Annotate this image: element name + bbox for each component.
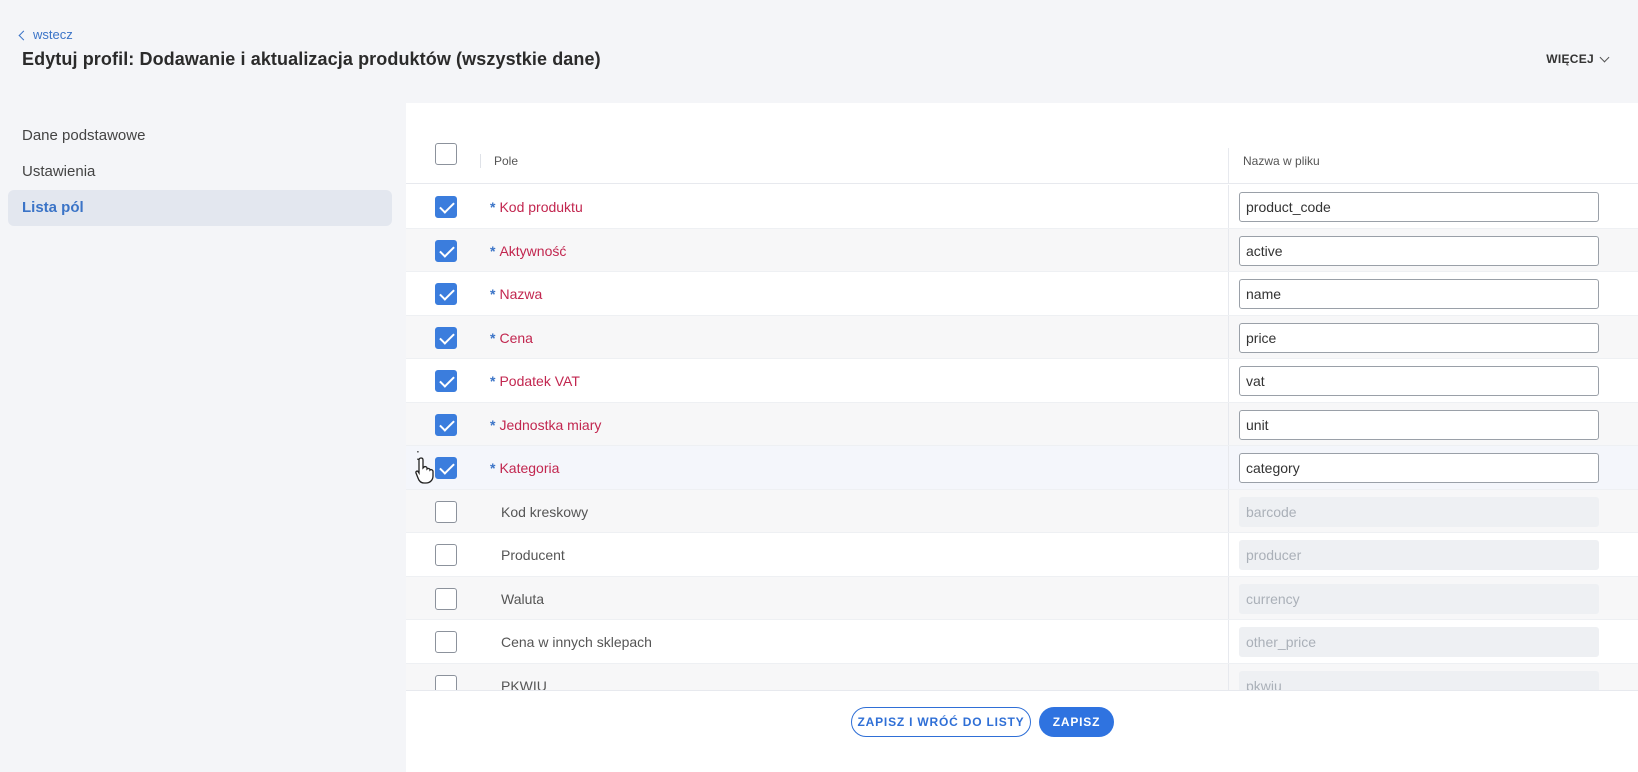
column-divider — [480, 154, 481, 168]
chevron-down-icon — [1599, 52, 1610, 62]
table-row: * Podatek VAT vat — [406, 359, 1638, 403]
hand-cursor-icon — [415, 457, 434, 484]
filename-input[interactable]: product_code — [1239, 192, 1599, 222]
table-row: Waluta currency — [406, 576, 1638, 620]
field-label: * Jednostka miary — [490, 417, 601, 433]
field-checkbox[interactable] — [435, 457, 457, 479]
field-list-panel: Pole Nazwa w pliku * Kod produktu product_… — [406, 103, 1638, 772]
column-divider — [1228, 489, 1229, 532]
column-divider — [1228, 402, 1229, 445]
field-label: Waluta — [501, 591, 544, 607]
field-checkbox[interactable] — [435, 326, 457, 349]
field-label-text: Kod kreskowy — [501, 503, 589, 520]
sidebar: Dane podstawowe Ustawienia Lista pól — [8, 118, 392, 226]
required-marker: * — [490, 199, 496, 215]
table-row: Cena w innych sklepach other_price — [406, 620, 1638, 664]
required-marker: * — [490, 373, 496, 389]
save-and-return-button[interactable]: ZAPISZ I WRÓĆ DO LISTY — [851, 707, 1031, 737]
table-header: Pole Nazwa w pliku — [406, 138, 1638, 184]
required-marker: * — [490, 329, 496, 346]
field-label: * Nazwa — [490, 286, 542, 302]
field-label-text: Waluta — [501, 590, 545, 607]
filename-input: producer — [1239, 540, 1599, 570]
column-divider — [1228, 185, 1229, 228]
page-title: Edytuj profil: Dodawanie i aktualizacja … — [22, 49, 601, 69]
column-divider — [1228, 620, 1229, 663]
filename-input[interactable]: category — [1239, 453, 1599, 483]
field-checkbox[interactable] — [435, 544, 457, 566]
filename-input[interactable]: vat — [1239, 366, 1599, 396]
filename-input[interactable]: name — [1239, 279, 1599, 309]
more-label: WIĘCEJ — [1546, 52, 1594, 66]
column-divider — [1228, 148, 1229, 184]
field-label: Producent — [501, 547, 565, 563]
field-label-text: Kategoria — [499, 460, 560, 476]
column-divider — [1228, 272, 1229, 315]
field-checkbox[interactable] — [435, 500, 457, 523]
field-rows: * Kod produktu product_code * Aktywność activ… — [406, 185, 1638, 707]
save-button[interactable]: ZAPISZ — [1039, 707, 1114, 737]
required-marker: * — [490, 416, 496, 433]
table-row: * Nazwa name — [406, 272, 1638, 316]
field-checkbox[interactable] — [435, 283, 457, 305]
sidebar-item-basic-data[interactable]: Dane podstawowe — [8, 118, 392, 154]
field-label: Cena w innych sklepach — [501, 634, 652, 650]
field-label: * Kategoria — [490, 460, 559, 476]
sidebar-item-settings[interactable]: Ustawienia — [8, 154, 392, 190]
column-divider — [1228, 446, 1229, 489]
column-divider — [1228, 576, 1229, 619]
filename-input: other_price — [1239, 627, 1599, 657]
field-checkbox[interactable] — [435, 196, 457, 218]
table-row: * Kod produktu product_code — [406, 185, 1638, 229]
column-divider — [1228, 533, 1229, 576]
column-header-filename: Nazwa w pliku — [1243, 154, 1320, 168]
field-checkbox[interactable] — [435, 239, 457, 262]
column-divider — [1228, 228, 1229, 271]
field-label-text: Producent — [501, 547, 565, 563]
table-row: * Jednostka miary unit — [406, 402, 1638, 446]
field-label-text: Jednostka miary — [499, 416, 602, 433]
required-marker: * — [490, 286, 496, 302]
table-row: * Aktywność active — [406, 228, 1638, 272]
more-menu-button[interactable]: WIĘCEJ — [1546, 52, 1610, 66]
column-divider — [1228, 359, 1229, 402]
filename-input: currency — [1239, 583, 1599, 614]
chevron-left-icon — [18, 30, 29, 40]
filename-input[interactable]: unit — [1239, 409, 1599, 440]
table-row: ⁚ * Kategoria category — [406, 446, 1638, 490]
footer-actions: ZAPISZ I WRÓĆ DO LISTY ZAPISZ — [406, 690, 1638, 772]
table-row: Producent producer — [406, 533, 1638, 577]
field-label: * Podatek VAT — [490, 373, 580, 389]
column-divider — [1228, 315, 1229, 358]
filename-input[interactable]: price — [1239, 322, 1599, 353]
column-header-field: Pole — [494, 154, 519, 168]
field-label-text: Podatek VAT — [499, 373, 580, 389]
select-all-checkbox[interactable] — [435, 143, 457, 165]
field-checkbox[interactable] — [435, 587, 457, 610]
sidebar-item-field-list[interactable]: Lista pól — [8, 190, 392, 226]
back-link[interactable]: wstecz — [18, 27, 73, 42]
field-label-text: Nazwa — [499, 286, 543, 302]
required-marker: * — [490, 460, 496, 476]
filename-input[interactable]: active — [1239, 235, 1599, 266]
filename-input: barcode — [1239, 496, 1599, 527]
field-label: * Aktywność — [490, 243, 566, 259]
required-marker: * — [490, 242, 496, 259]
field-checkbox[interactable] — [435, 413, 457, 436]
field-label-text: Cena w innych sklepach — [501, 634, 652, 650]
field-checkbox[interactable] — [435, 631, 457, 653]
field-label-text: Kod produktu — [499, 199, 583, 215]
field-label: Kod kreskowy — [501, 504, 588, 520]
table-row: Kod kreskowy barcode — [406, 489, 1638, 533]
back-label: wstecz — [33, 27, 73, 42]
field-label: * Kod produktu — [490, 199, 583, 215]
table-row: * Cena price — [406, 315, 1638, 359]
field-checkbox[interactable] — [435, 370, 457, 392]
field-label: * Cena — [490, 330, 533, 346]
field-label-text: Aktywność — [499, 242, 567, 259]
field-label-text: Cena — [499, 329, 533, 346]
